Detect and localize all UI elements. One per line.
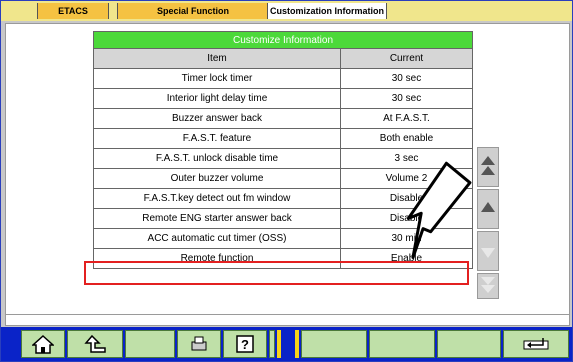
scroll-page-down-button[interactable]	[477, 273, 499, 299]
home-button[interactable]	[21, 330, 65, 358]
svg-text:?: ?	[241, 337, 249, 352]
home-icon	[32, 334, 54, 354]
print-icon	[191, 336, 207, 351]
print-button[interactable]	[177, 330, 221, 358]
app-window: ETACS Special Function Customization Inf…	[0, 0, 573, 362]
row-current: At F.A.S.T.	[339, 108, 474, 129]
separator	[295, 330, 299, 358]
separator	[277, 330, 281, 358]
row-item: Buzzer answer back	[93, 108, 341, 129]
row-item: F.A.S.T. unlock disable time	[93, 148, 341, 169]
status-strip	[5, 314, 570, 326]
help-button[interactable]: ?	[223, 330, 267, 358]
double-up-arrow-icon	[481, 156, 495, 175]
table-row[interactable]: Interior light delay time 30 sec	[93, 88, 474, 109]
tab-customization-information[interactable]: Customization Information	[267, 3, 387, 19]
blank-button-3[interactable]	[301, 330, 367, 358]
back-button[interactable]	[67, 330, 123, 358]
table-title: Customize Information	[93, 31, 473, 49]
row-current: 30 sec	[339, 88, 474, 109]
double-down-arrow-icon	[481, 277, 495, 293]
enter-button[interactable]	[503, 330, 569, 358]
blank-button-2[interactable]	[269, 330, 275, 358]
pointer-arrow-icon	[406, 161, 472, 260]
table-row[interactable]: F.A.S.T. feature Both enable	[93, 128, 474, 149]
blank-button-1[interactable]	[125, 330, 175, 358]
row-current: 30 sec	[339, 68, 474, 89]
column-header-current: Current	[339, 48, 474, 69]
row-item: ACC automatic cut timer (OSS)	[93, 228, 341, 249]
up-arrow-icon	[481, 202, 495, 212]
help-icon: ?	[236, 335, 254, 353]
row-current: Both enable	[339, 128, 474, 149]
bottom-toolbar: ?	[1, 327, 572, 361]
down-arrow-icon	[481, 248, 495, 258]
blank-button-4[interactable]	[369, 330, 435, 358]
row-item: Timer lock timer	[93, 68, 341, 89]
row-item: Outer buzzer volume	[93, 168, 341, 189]
row-item: F.A.S.T.key detect out fm window	[93, 188, 341, 209]
tab-special-function[interactable]: Special Function	[117, 3, 269, 19]
row-item: F.A.S.T. feature	[93, 128, 341, 149]
row-item: Remote ENG starter answer back	[93, 208, 341, 229]
back-icon	[84, 334, 106, 353]
tab-etacs[interactable]: ETACS	[37, 3, 109, 19]
table-row[interactable]: Timer lock timer 30 sec	[93, 68, 474, 89]
column-header-item: Item	[93, 48, 341, 69]
blank-button-5[interactable]	[437, 330, 501, 358]
enter-icon	[523, 338, 549, 350]
table-row[interactable]: Buzzer answer back At F.A.S.T.	[93, 108, 474, 129]
row-item: Interior light delay time	[93, 88, 341, 109]
tab-bar: ETACS Special Function Customization Inf…	[1, 1, 572, 21]
